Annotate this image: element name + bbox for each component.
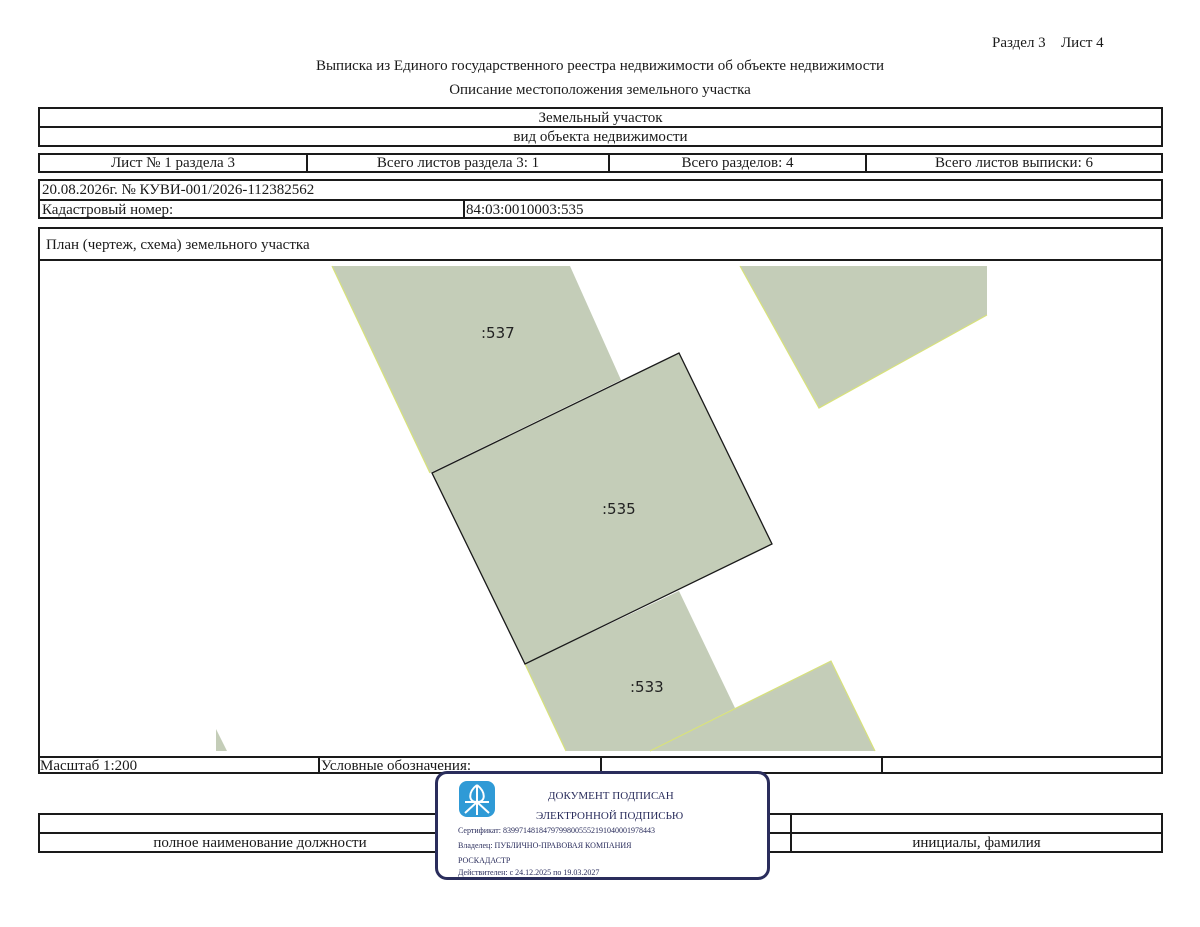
document-subtitle: Описание местоположения земельного участ… bbox=[449, 82, 751, 98]
section-ref: Раздел 3 bbox=[992, 35, 1046, 51]
position-caption: полное наименование должности bbox=[153, 834, 367, 851]
record-box: 20.08.2026г. № КУВИ-001/2026-112382562 К… bbox=[38, 179, 1163, 219]
emblem-icon bbox=[459, 781, 495, 817]
scale-label: Масштаб 1:200 bbox=[40, 758, 138, 774]
document-title: Выписка из Единого государственного реес… bbox=[315, 58, 885, 74]
sheet-ref: Лист 4 bbox=[1061, 35, 1104, 51]
object-kind-box: Земельный участок вид объекта недвижимос… bbox=[38, 107, 1163, 147]
object-kind-caption: вид объекта недвижимости bbox=[513, 128, 688, 145]
total-sheets-section: Всего листов раздела 3: 1 bbox=[376, 154, 540, 171]
total-sheets-extract: Всего листов выписки: 6 bbox=[935, 154, 1093, 171]
parcel-top-right bbox=[740, 266, 987, 408]
plan-box: План (чертеж, схема) земельного участка … bbox=[38, 227, 1163, 774]
stamp-validity: Действителен: с 24.12.2025 по 19.03.2027 bbox=[458, 868, 600, 877]
object-kind: Земельный участок bbox=[538, 109, 663, 126]
plan-drawing: :537 :535 :533 bbox=[216, 265, 988, 752]
parcel-sliver bbox=[216, 729, 227, 751]
parcel-label-533: :533 bbox=[630, 678, 664, 696]
cadastral-value: 84:03:0010003:535 bbox=[466, 202, 584, 218]
stamp-owner: Владелец: ПУБЛИЧНО-ПРАВОВАЯ КОМПАНИЯ bbox=[458, 841, 632, 850]
total-sections: Всего разделов: 4 bbox=[681, 154, 794, 171]
signature-stamp: ДОКУМЕНТ ПОДПИСАН ЭЛЕКТРОННОЙ ПОДПИСЬЮ С… bbox=[435, 771, 770, 880]
sheet-info-row: Лист № 1 раздела 3 Всего листов раздела … bbox=[38, 153, 1163, 173]
stamp-certificate: Сертификат: 8399714818479799800555219104… bbox=[458, 826, 655, 835]
stamp-owner-org: РОСКАДАСТР bbox=[458, 856, 511, 865]
record-date-number: 20.08.2026г. № КУВИ-001/2026-112382562 bbox=[42, 182, 315, 198]
plan-title: План (чертеж, схема) земельного участка bbox=[46, 237, 310, 253]
stamp-line1: ДОКУМЕНТ ПОДПИСАН bbox=[548, 790, 674, 802]
parcel-label-537: :537 bbox=[481, 324, 515, 342]
parcel-label-535: :535 bbox=[602, 500, 636, 518]
sheet-of-section: Лист № 1 раздела 3 bbox=[111, 154, 235, 171]
stamp-line2: ЭЛЕКТРОННОЙ ПОДПИСЬЮ bbox=[536, 810, 684, 822]
name-caption: инициалы, фамилия bbox=[912, 834, 1041, 851]
cadastral-label: Кадастровый номер: bbox=[42, 202, 174, 218]
